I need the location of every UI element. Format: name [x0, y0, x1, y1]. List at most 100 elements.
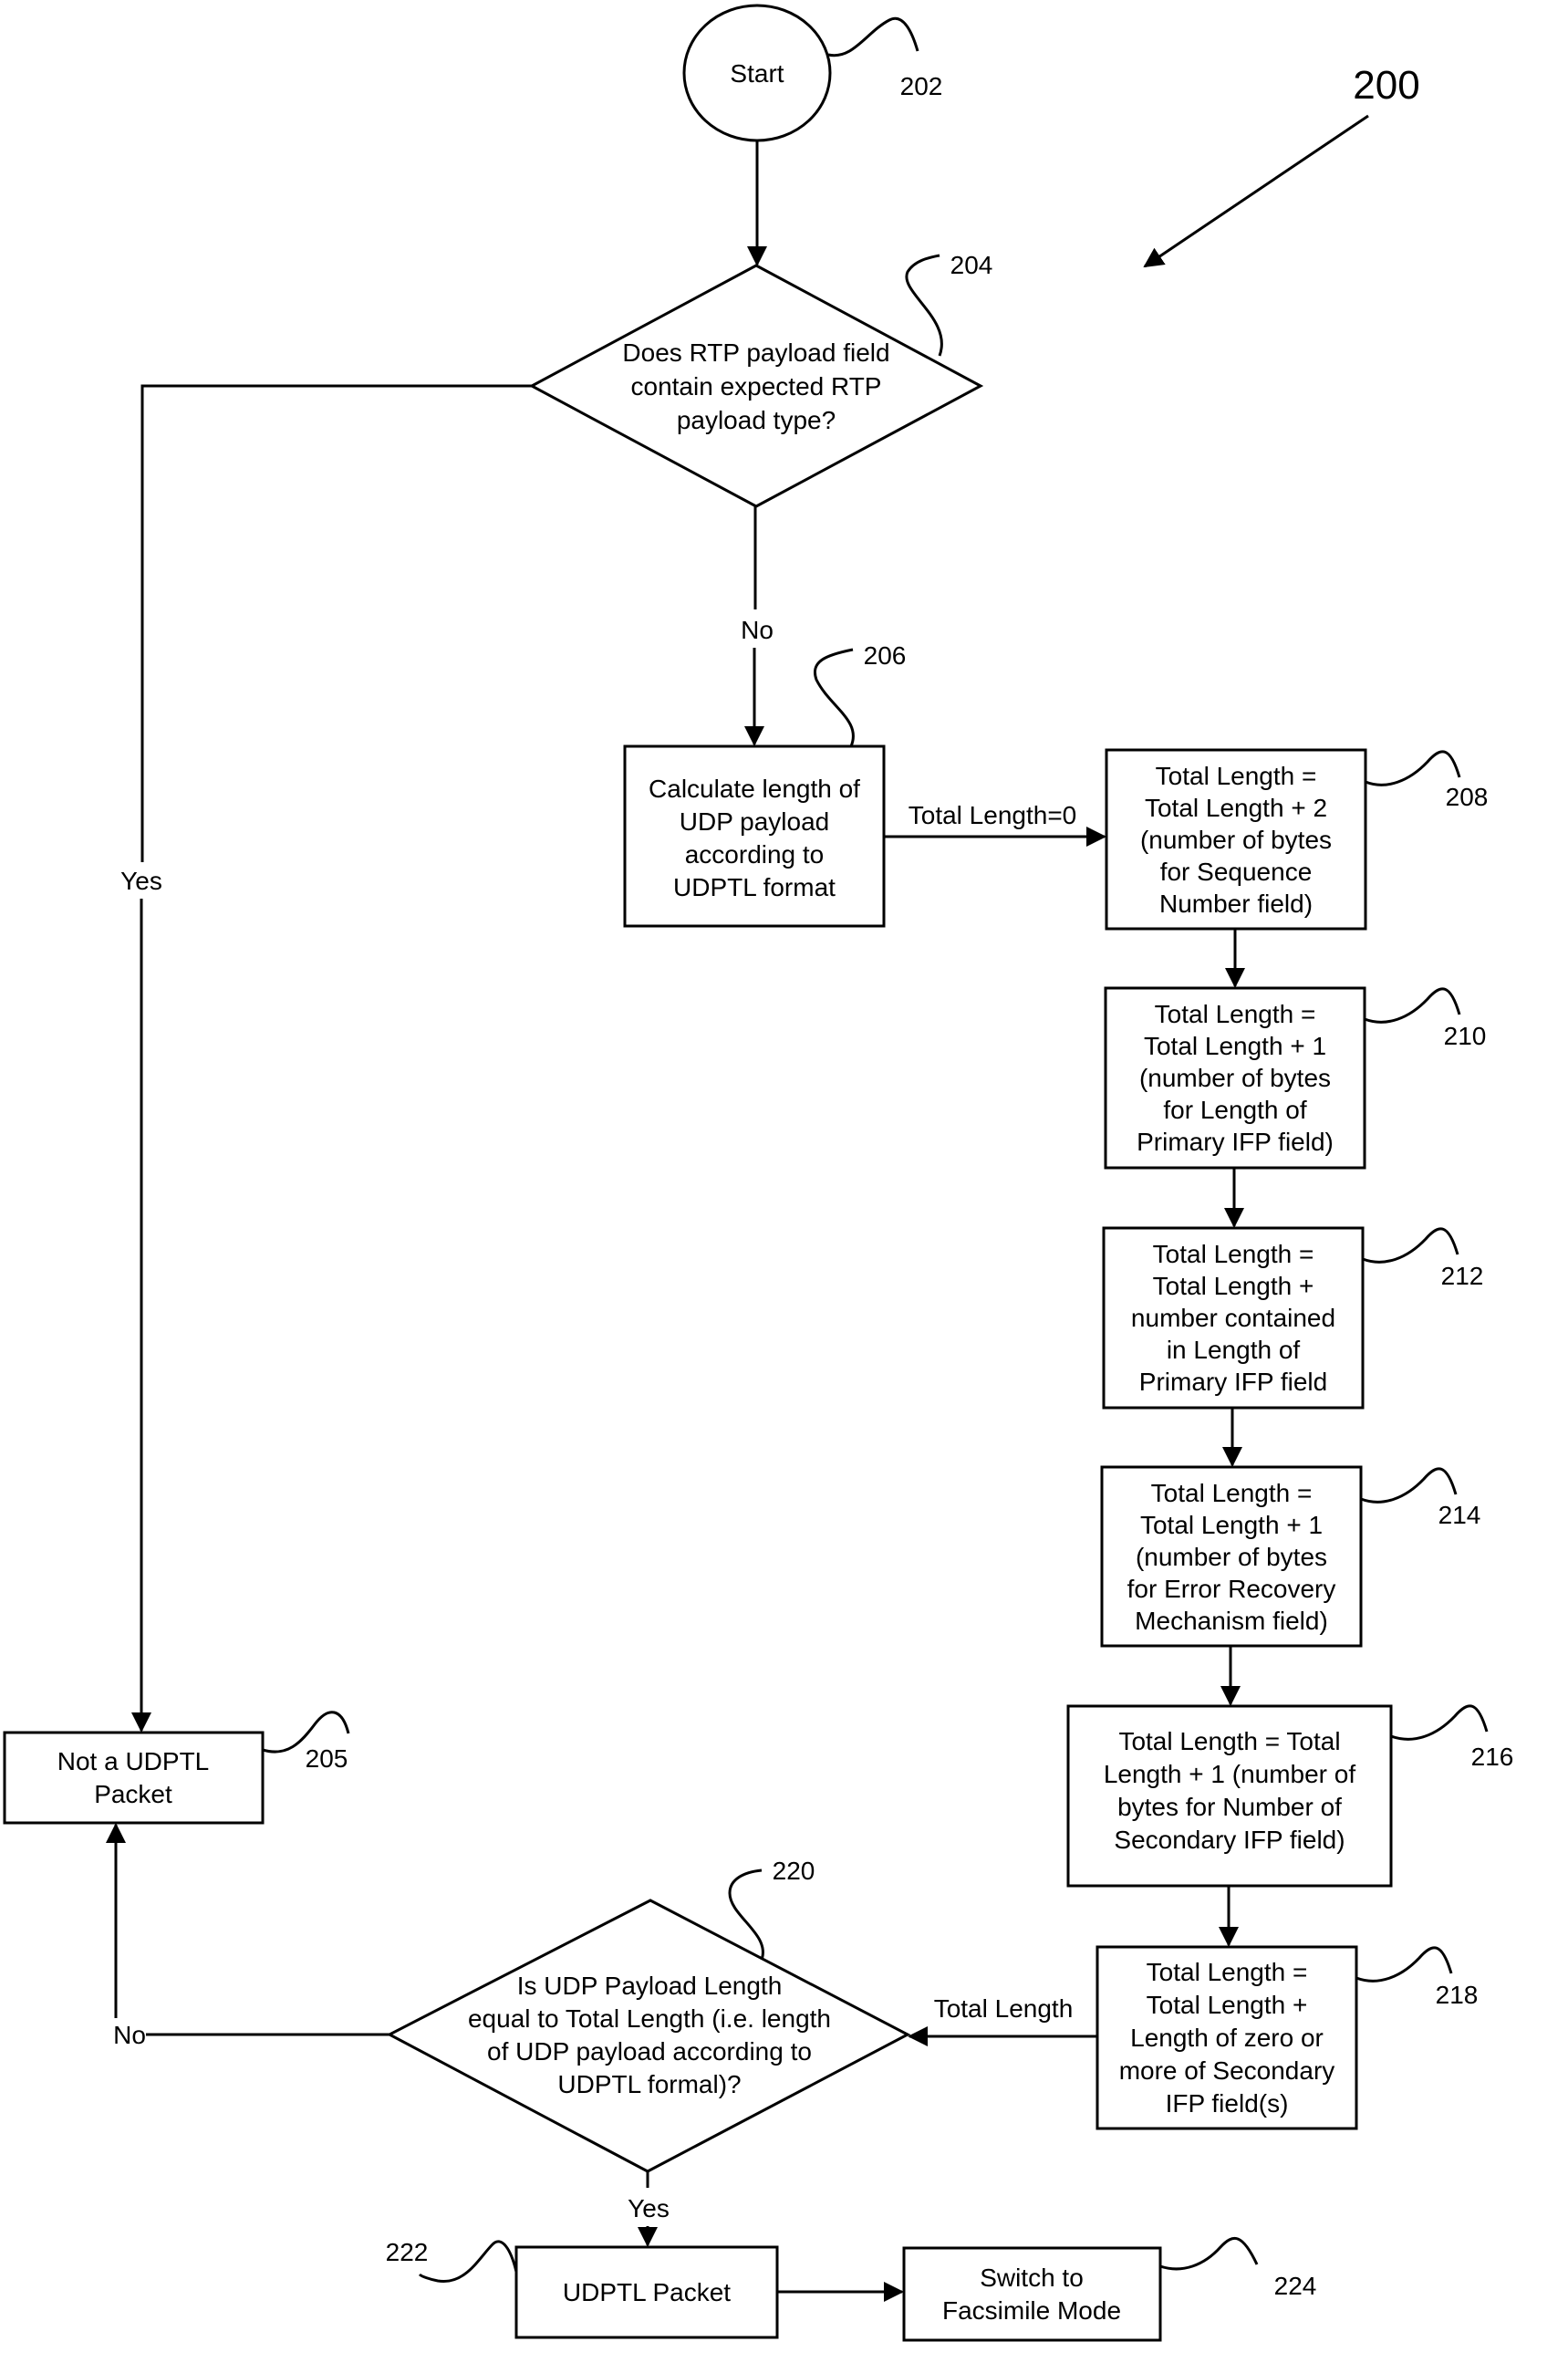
- text-line: Number field): [1159, 890, 1313, 918]
- ref-216: 216: [1471, 1743, 1514, 1771]
- text-line: bytes for Number of: [1117, 1793, 1342, 1821]
- ref-202: 202: [900, 72, 943, 100]
- text-line: Packet: [94, 1780, 172, 1808]
- text-line: Total Length =: [1151, 1479, 1313, 1507]
- text-line: equal to Total Length (i.e. length: [468, 2004, 831, 2033]
- edge-label-compare-yes: Yes: [628, 2194, 670, 2222]
- text-line: Total Length =: [1153, 1240, 1314, 1268]
- udptl-packet-text: UDPTL Packet: [563, 2278, 731, 2306]
- text-line: Total Length = Total: [1118, 1727, 1340, 1755]
- text-line: Not a UDPTL: [57, 1747, 210, 1775]
- process-add-sequence-number[interactable]: Total Length = Total Length + 2 (number of…: [1105, 748, 1367, 931]
- ref-204: 204: [950, 251, 993, 279]
- decision-diamond-220: [386, 1899, 911, 2173]
- text-line: Total Length =: [1147, 1958, 1308, 1986]
- text-line: Total Length =: [1155, 1000, 1316, 1028]
- text-line: for Sequence: [1160, 858, 1313, 886]
- text-line: of UDP payload according to: [487, 2037, 812, 2066]
- leader-206: [814, 648, 855, 747]
- box-212-text: Total Length = Total Length + number conta…: [1131, 1240, 1335, 1396]
- process-add-primary-ifp[interactable]: Total Length = Total Length + number conta…: [1102, 1226, 1365, 1410]
- text-line: Length + 1 (number of: [1104, 1760, 1356, 1788]
- leader-224: [1159, 2237, 1259, 2271]
- text-line: (number of bytes: [1139, 1064, 1331, 1092]
- leader-202: [827, 16, 919, 57]
- text-line: Primary IFP field): [1137, 1128, 1334, 1156]
- text-line: payload type?: [677, 406, 836, 434]
- decision-rtp-payload[interactable]: Does RTP payload field contain expected R…: [528, 264, 984, 508]
- start-label: Start: [730, 59, 784, 88]
- text-line: IFP field(s): [1166, 2089, 1289, 2118]
- edge-label-rtp-no: No: [741, 616, 774, 644]
- process-add-number-secondary-ifp[interactable]: Total Length = Total Length + 1 (number o…: [1066, 1704, 1393, 1888]
- text-line: UDPTL Packet: [563, 2278, 731, 2306]
- text-line: Start: [730, 59, 784, 88]
- text-line: (number of bytes: [1140, 826, 1332, 854]
- leader-214: [1360, 1467, 1458, 1504]
- box-210-text: Total Length = Total Length + 1 (number of…: [1137, 1000, 1334, 1156]
- leader-218: [1355, 1946, 1453, 1983]
- text-line: Secondary IFP field): [1114, 1826, 1345, 1854]
- process-switch-facsimile-mode[interactable]: Switch to Facsimile Mode: [902, 2246, 1162, 2342]
- terminal-udptl-packet[interactable]: UDPTL Packet: [514, 2245, 779, 2339]
- text-line: Total Length + 2: [1145, 794, 1327, 822]
- text-line: Calculate length of: [649, 775, 860, 803]
- ref-208: 208: [1446, 783, 1489, 811]
- ref-214: 214: [1438, 1501, 1481, 1529]
- ref-222: 222: [386, 2238, 429, 2266]
- box-224: [902, 2246, 1162, 2342]
- leader-210: [1364, 987, 1461, 1024]
- text-line: UDPTL formal)?: [557, 2070, 741, 2098]
- box-208-text: Total Length = Total Length + 2 (number of…: [1140, 762, 1332, 918]
- leader-212: [1362, 1227, 1459, 1264]
- text-line: Total Length +: [1147, 1991, 1308, 2019]
- text-line: Is UDP Payload Length: [517, 1972, 783, 2000]
- ref-220: 220: [773, 1857, 815, 1885]
- text-line: (number of bytes: [1136, 1543, 1327, 1571]
- text-line: Total Length =: [1156, 762, 1317, 790]
- text-line: in Length of: [1167, 1336, 1301, 1364]
- box-205: [3, 1731, 265, 1825]
- edge-label-compare-no: No: [113, 2021, 146, 2049]
- ref-218: 218: [1436, 1981, 1479, 2009]
- text-line: UDP payload: [680, 807, 829, 836]
- ref-212: 212: [1441, 1262, 1484, 1290]
- text-line: Length of zero or: [1130, 2024, 1324, 2052]
- process-add-secondary-ifp[interactable]: Total Length = Total Length + Length of ze…: [1096, 1945, 1358, 2130]
- edge-label-rtp-yes: Yes: [120, 867, 162, 895]
- leader-216: [1390, 1704, 1489, 1741]
- process-add-length-primary-ifp[interactable]: Total Length = Total Length + 1 (number of…: [1104, 986, 1366, 1170]
- process-add-error-recovery[interactable]: Total Length = Total Length + 1 (number of…: [1100, 1465, 1363, 1648]
- text-line: Facsimile Mode: [942, 2296, 1121, 2325]
- yes-path-upper: [140, 384, 532, 862]
- text-line: Does RTP payload field: [622, 338, 889, 367]
- text-line: for Error Recovery: [1127, 1575, 1336, 1603]
- leader-222: [418, 2240, 518, 2283]
- ref-224: 224: [1274, 2272, 1317, 2300]
- flowchart-diagram: 200 Start 202 Does RTP payload field cont…: [3, 4, 1514, 2342]
- text-line: UDPTL format: [673, 873, 836, 901]
- process-calculate-length[interactable]: Calculate length of UDP payload according …: [623, 744, 886, 928]
- text-line: contain expected RTP: [631, 372, 882, 401]
- text-line: Mechanism field): [1135, 1607, 1328, 1635]
- text-line: Total Length + 1: [1144, 1032, 1326, 1060]
- text-line: for Length of: [1163, 1096, 1306, 1124]
- figure-reference-label: 200: [1353, 63, 1419, 108]
- start-node[interactable]: Start: [682, 4, 832, 142]
- text-line: Total Length +: [1153, 1272, 1314, 1300]
- text-line: according to: [685, 840, 825, 869]
- leader-204: [905, 254, 943, 357]
- figure-reference-arrow: [1143, 114, 1369, 268]
- decision-compare-length[interactable]: Is UDP Payload Length equal to Total Leng…: [386, 1899, 911, 2173]
- text-line: more of Secondary: [1119, 2056, 1335, 2085]
- edge-label-total-length-zero: Total Length=0: [909, 801, 1077, 829]
- text-line: Total Length + 1: [1140, 1511, 1323, 1539]
- edge-label-total-length: Total Length: [934, 1994, 1074, 2023]
- box-214-text: Total Length = Total Length + 1 (number of…: [1127, 1479, 1336, 1635]
- leader-208: [1365, 750, 1461, 786]
- terminal-not-udptl-packet[interactable]: Not a UDPTL Packet: [3, 1731, 265, 1825]
- ref-210: 210: [1444, 1022, 1487, 1050]
- ref-205: 205: [306, 1744, 348, 1773]
- text-line: Primary IFP field: [1139, 1368, 1327, 1396]
- ref-206: 206: [864, 641, 907, 670]
